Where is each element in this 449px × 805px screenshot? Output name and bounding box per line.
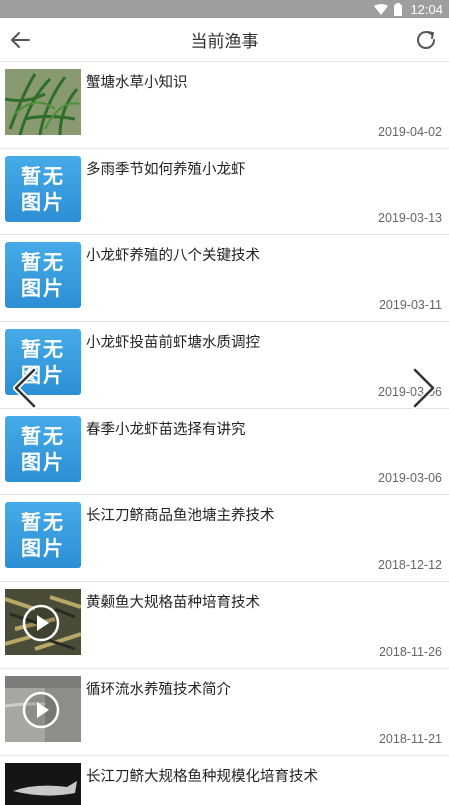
list-item[interactable]: 长江刀鲚大规格鱼种规模化培育技术 bbox=[0, 755, 449, 805]
list-item[interactable]: 蟹塘水草小知识 2019-04-02 bbox=[0, 62, 449, 149]
play-icon[interactable] bbox=[22, 691, 60, 729]
no-image-placeholder: 暂无 图片 bbox=[5, 415, 81, 482]
no-image-placeholder: 暂无 图片 bbox=[5, 242, 81, 309]
app-bar: 当前渔事 bbox=[0, 18, 449, 62]
article-title: 长江刀鲚商品鱼池塘主养技术 bbox=[86, 508, 275, 525]
article-thumbnail bbox=[5, 762, 81, 805]
article-title: 长江刀鲚大规格鱼种规模化培育技术 bbox=[86, 768, 318, 785]
status-bar: 12:04 bbox=[0, 0, 449, 18]
placeholder-line1: 暂无 bbox=[21, 337, 65, 362]
placeholder-line1: 暂无 bbox=[21, 510, 65, 535]
chevron-right-icon[interactable] bbox=[409, 366, 439, 410]
list-item[interactable]: 循环流水养殖技术简介 2018-11-21 bbox=[0, 668, 449, 756]
article-thumbnail bbox=[5, 675, 81, 742]
placeholder-line2: 图片 bbox=[21, 276, 65, 301]
article-thumbnail bbox=[5, 589, 81, 656]
thumbnail-image bbox=[5, 589, 81, 656]
placeholder-line2: 图片 bbox=[21, 189, 65, 214]
list-item[interactable]: 黄颡鱼大规格苗种培育技术 2018-11-26 bbox=[0, 582, 449, 669]
article-title: 蟹塘水草小知识 bbox=[86, 75, 188, 91]
article-title: 小龙虾投苗前虾塘水质调控 bbox=[86, 335, 260, 352]
list-item[interactable]: 暂无 图片 多雨季节如何养殖小龙虾 2019-03-13 bbox=[0, 148, 449, 236]
list-item[interactable]: 暂无 图片 长江刀鲚商品鱼池塘主养技术 2018-12-12 bbox=[0, 495, 449, 583]
arrow-left-icon[interactable] bbox=[8, 28, 32, 52]
article-title: 黄颡鱼大规格苗种培育技术 bbox=[86, 595, 260, 612]
list-item[interactable]: 暂无 图片 小龙虾养殖的八个关键技术 2019-03-11 bbox=[0, 235, 449, 323]
play-icon[interactable] bbox=[22, 604, 60, 642]
page-title: 当前渔事 bbox=[190, 32, 259, 52]
article-title: 小龙虾养殖的八个关键技术 bbox=[86, 248, 260, 265]
no-image-placeholder: 暂无 图片 bbox=[5, 155, 81, 222]
refresh-icon[interactable] bbox=[413, 27, 439, 53]
article-date: 2019-03-06 bbox=[378, 471, 442, 486]
placeholder-badge: 暂无 图片 bbox=[5, 502, 81, 569]
article-thumbnail bbox=[5, 69, 81, 135]
thumbnail-image bbox=[5, 762, 81, 805]
no-image-placeholder: 暂无 图片 bbox=[5, 502, 81, 569]
thumbnail-image bbox=[5, 675, 81, 742]
article-date: 2019-04-02 bbox=[378, 124, 442, 139]
article-date: 2019-03-13 bbox=[378, 211, 442, 226]
article-title: 春季小龙虾苗选择有讲究 bbox=[86, 421, 246, 438]
chevron-left-icon[interactable] bbox=[10, 366, 40, 410]
placeholder-line1: 暂无 bbox=[21, 423, 65, 448]
list-item[interactable]: 暂无 图片 春季小龙虾苗选择有讲究 2019-03-06 bbox=[0, 408, 449, 496]
article-date: 2018-11-21 bbox=[378, 731, 442, 746]
status-time: 12:04 bbox=[410, 1, 443, 17]
placeholder-line1: 暂无 bbox=[21, 163, 65, 188]
placeholder-badge: 暂无 图片 bbox=[5, 415, 81, 482]
thumbnail-image bbox=[5, 69, 81, 135]
placeholder-line2: 图片 bbox=[21, 536, 65, 561]
battery-icon bbox=[394, 2, 403, 16]
article-title: 多雨季节如何养殖小龙虾 bbox=[86, 161, 246, 178]
article-list: 蟹塘水草小知识 2019-04-02 暂无 图片 多雨季节如何养殖小龙虾 2019-03-… bbox=[0, 62, 449, 805]
placeholder-line2: 图片 bbox=[21, 449, 65, 474]
article-date: 2018-11-26 bbox=[378, 644, 442, 659]
list-item[interactable]: 暂无 图片 小龙虾投苗前虾塘水质调控 2019-03-06 bbox=[0, 322, 449, 409]
article-date: 2018-12-12 bbox=[378, 558, 442, 573]
article-title: 循环流水养殖技术简介 bbox=[86, 681, 231, 698]
placeholder-badge: 暂无 图片 bbox=[5, 155, 81, 222]
wifi-icon bbox=[374, 3, 389, 15]
article-date: 2019-03-11 bbox=[378, 298, 442, 313]
placeholder-line1: 暂无 bbox=[21, 250, 65, 275]
placeholder-badge: 暂无 图片 bbox=[5, 242, 81, 309]
